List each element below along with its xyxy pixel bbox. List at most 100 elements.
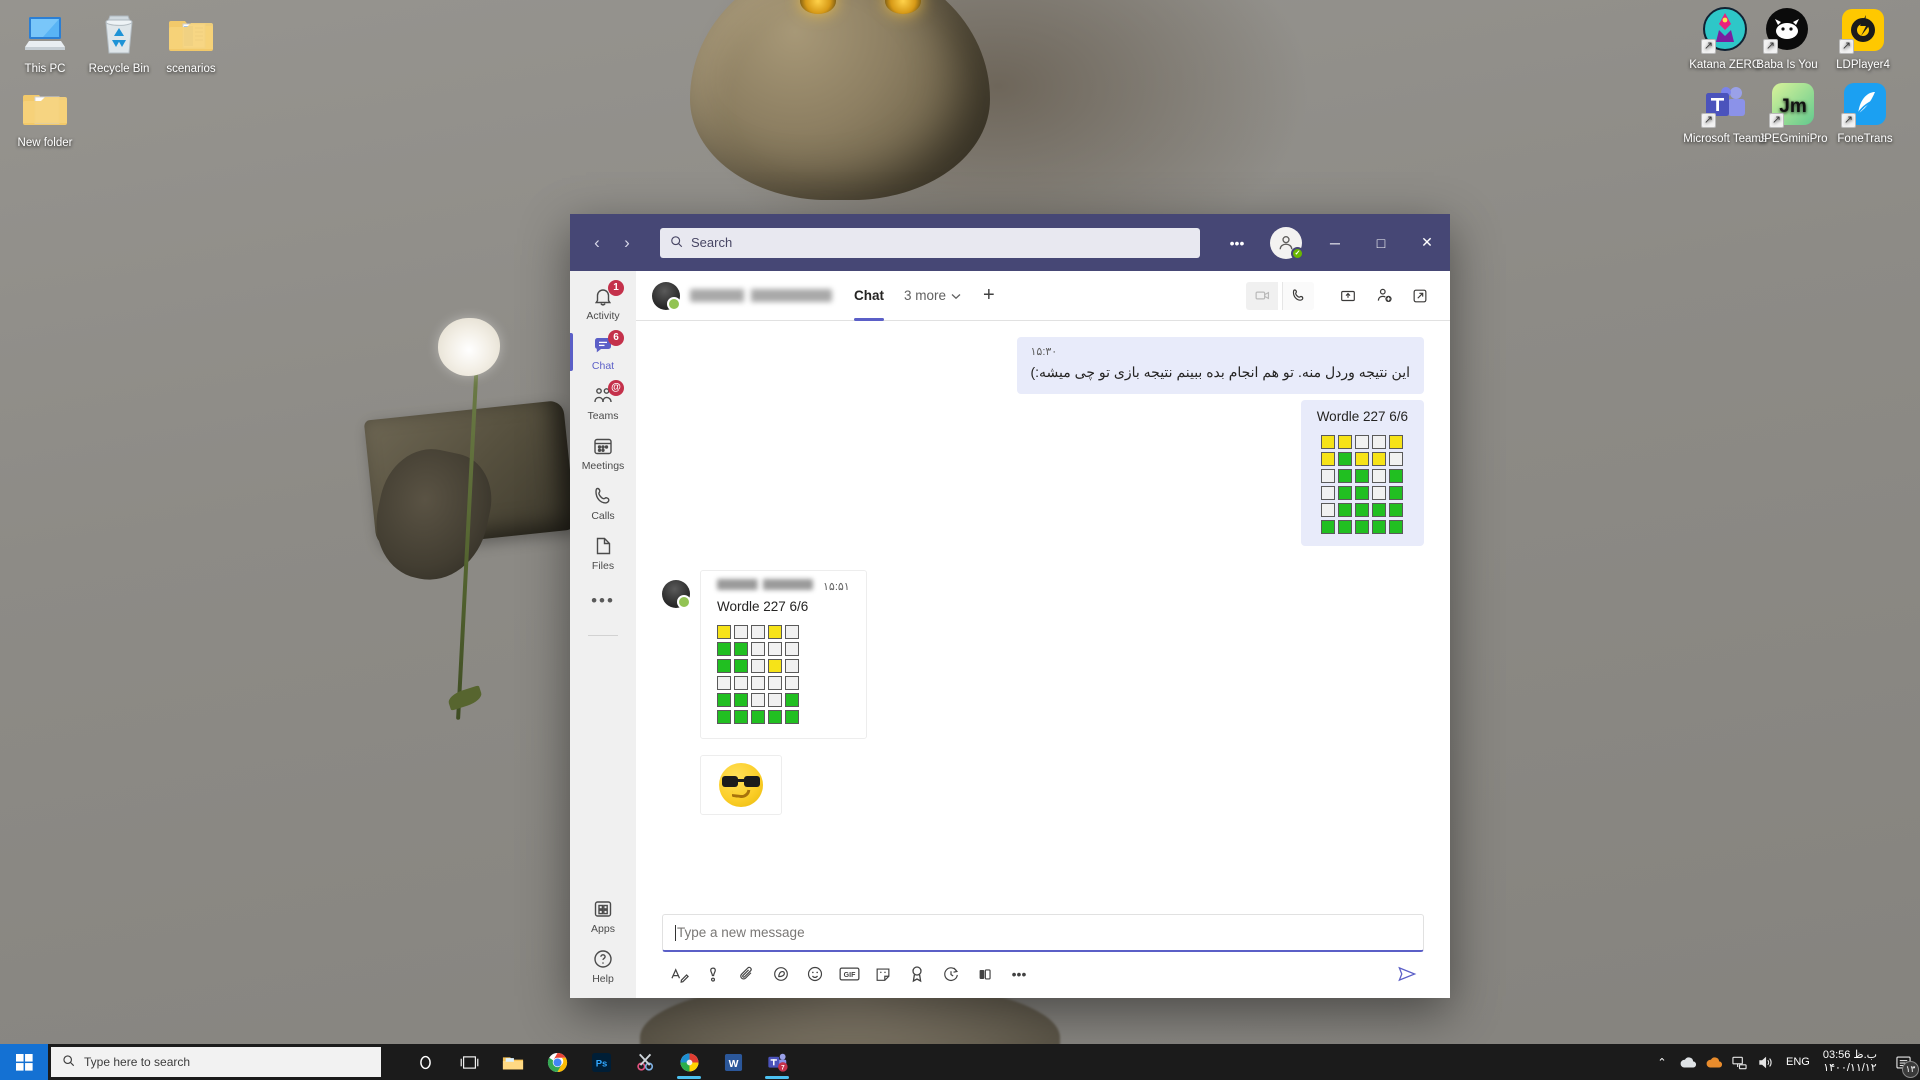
more-tabs-dropdown[interactable]: 3 more — [904, 288, 961, 303]
sidebar-overflow-button[interactable]: ••• — [591, 577, 615, 625]
format-text-icon[interactable] — [664, 960, 694, 988]
tab-chat[interactable]: Chat — [854, 271, 884, 321]
photoshop-icon[interactable]: Ps — [579, 1044, 623, 1080]
desktop-icon-fonetrans[interactable]: ↗ FoneTrans — [1822, 80, 1908, 146]
desktop-icon-ldplayer4[interactable]: ↗ LDPlayer4 — [1820, 6, 1906, 72]
search-input[interactable]: Search — [660, 227, 1200, 258]
show-hidden-icons-icon[interactable]: ⌃ — [1649, 1056, 1675, 1069]
cortana-icon[interactable] — [403, 1044, 447, 1080]
add-tab-button[interactable]: + — [983, 284, 995, 307]
desktop-icon-scenarios[interactable]: scenarios — [148, 10, 234, 76]
schedule-send-icon[interactable] — [936, 960, 966, 988]
wordle-cell-green — [717, 693, 731, 708]
message-outgoing-wordle: Wordle 227 6/6 — [662, 400, 1424, 547]
wordle-cell-blank — [751, 642, 765, 657]
microsoft-teams-taskbar-icon[interactable]: 7 — [755, 1044, 799, 1080]
avatar[interactable] — [652, 281, 681, 311]
onedrive-work-icon[interactable] — [1701, 1056, 1727, 1069]
sticker-icon[interactable] — [868, 960, 898, 988]
message-text: این نتیجه وردل منه. تو هم انجام بده ببین… — [1030, 364, 1411, 380]
attach-file-icon[interactable] — [732, 960, 762, 988]
wordle-row — [1321, 520, 1404, 535]
wallpaper-robot-eye-left — [800, 0, 836, 14]
snipping-tool-icon[interactable] — [623, 1044, 667, 1080]
desktop-icon-new-folder[interactable]: New folder — [2, 84, 88, 150]
sidebar-item-label: Apps — [591, 923, 615, 935]
giphy-icon[interactable]: GIF — [834, 960, 864, 988]
more-options-icon[interactable]: ••• — [1004, 960, 1034, 988]
forward-button[interactable]: › — [612, 228, 642, 258]
notification-center-button[interactable]: ۱۳ — [1886, 1044, 1920, 1080]
clock[interactable]: ب.ظ 03:56 ۱۴۰۰/۱۱/۱۲ — [1817, 1049, 1886, 1075]
paint-icon[interactable] — [667, 1044, 711, 1080]
back-button[interactable]: ‹ — [582, 228, 612, 258]
praise-icon[interactable] — [902, 960, 932, 988]
add-people-icon[interactable] — [1368, 282, 1400, 310]
emoji-icon[interactable] — [800, 960, 830, 988]
taskbar: Type here to search Ps W 7 ⌃ ENG ب.ظ 03:… — [0, 1044, 1920, 1080]
chat-header-actions — [1246, 281, 1436, 310]
svg-text:W: W — [728, 1058, 738, 1069]
titlebar-right-controls: ••• ✓ ─ □ ✕ — [1214, 214, 1450, 271]
onedrive-personal-icon[interactable] — [1675, 1056, 1701, 1069]
wordle-title: Wordle 227 6/6 — [1316, 409, 1408, 425]
sidebar-item-meetings[interactable]: Meetings — [570, 427, 636, 477]
message-outgoing-text: ۱۵:۳۰ این نتیجه وردل منه. تو هم انجام بد… — [662, 337, 1424, 395]
wordle-cell-blank — [785, 676, 799, 691]
task-view-icon[interactable] — [447, 1044, 491, 1080]
wordle-cell-green — [1389, 486, 1404, 501]
wordle-row — [1321, 503, 1404, 518]
avatar[interactable] — [662, 580, 691, 610]
share-screen-icon[interactable] — [1332, 282, 1364, 310]
stream-video-icon[interactable] — [970, 960, 1000, 988]
titlebar-more-button[interactable]: ••• — [1214, 214, 1260, 271]
wordle-cell-green — [1389, 469, 1404, 484]
taskbar-app-buttons: Ps W 7 — [403, 1044, 799, 1080]
chat-icon: 6 — [591, 330, 624, 358]
taskbar-search-input[interactable]: Type here to search — [51, 1047, 381, 1077]
language-indicator[interactable]: ENG — [1779, 1056, 1817, 1068]
close-button[interactable]: ✕ — [1404, 214, 1450, 271]
clock-time: ب.ظ 03:56 — [1822, 1049, 1877, 1061]
message-timestamp: ۱۵:۳۰ — [1030, 346, 1058, 358]
avatar[interactable]: ✓ — [1270, 226, 1304, 260]
video-call-icon[interactable] — [1246, 281, 1278, 310]
wordle-cell-blank — [785, 659, 799, 674]
sidebar-item-apps[interactable]: Apps — [570, 890, 636, 940]
message-incoming-emoji[interactable] — [700, 755, 782, 816]
recycle-bin-icon — [95, 10, 143, 58]
audio-call-icon[interactable] — [1282, 281, 1314, 310]
volume-icon[interactable] — [1753, 1055, 1779, 1070]
maximize-button[interactable]: □ — [1358, 214, 1404, 271]
sidebar-item-chat[interactable]: 6 Chat — [570, 327, 636, 377]
sidebar-item-activity[interactable]: 1 Activity — [570, 277, 636, 327]
wordle-cell-green — [1355, 520, 1370, 535]
wordle-cell-green — [1355, 486, 1370, 501]
pop-out-icon[interactable] — [1404, 282, 1436, 310]
network-icon[interactable] — [1727, 1055, 1753, 1070]
google-chrome-icon[interactable] — [535, 1044, 579, 1080]
sidebar-item-teams[interactable]: @ Teams — [570, 377, 636, 427]
sidebar-item-calls[interactable]: Calls — [570, 477, 636, 527]
wordle-cell-yellow — [1321, 435, 1336, 450]
wordle-cell-green — [1338, 503, 1353, 518]
send-button[interactable] — [1392, 960, 1422, 988]
sidebar-item-help[interactable]: Help — [570, 940, 636, 990]
wordle-cell-blank — [751, 693, 765, 708]
loop-component-icon[interactable] — [766, 960, 796, 988]
compose-toolbar: GIF ••• — [662, 952, 1424, 988]
message-bubble[interactable]: Wordle 227 6/6 — [1300, 400, 1424, 547]
minimize-button[interactable]: ─ — [1312, 214, 1358, 271]
message-bubble[interactable]: ۱۵:۵۱ Wordle 227 6/6 — [700, 570, 867, 740]
wordle-cell-green — [717, 642, 731, 657]
file-explorer-icon[interactable] — [491, 1044, 535, 1080]
set-delivery-options-icon[interactable] — [698, 960, 728, 988]
wordle-cell-blank — [751, 625, 765, 640]
word-icon[interactable]: W — [711, 1044, 755, 1080]
sidebar-item-files[interactable]: Files — [570, 527, 636, 577]
desktop-icon-baba-is-you[interactable]: ↗ Baba Is You — [1744, 6, 1830, 72]
wordle-cell-blank — [1321, 486, 1336, 501]
message-input[interactable]: Type a new message — [662, 914, 1424, 952]
start-button[interactable] — [0, 1044, 48, 1080]
message-bubble[interactable]: ۱۵:۳۰ این نتیجه وردل منه. تو هم انجام بد… — [1016, 337, 1424, 395]
